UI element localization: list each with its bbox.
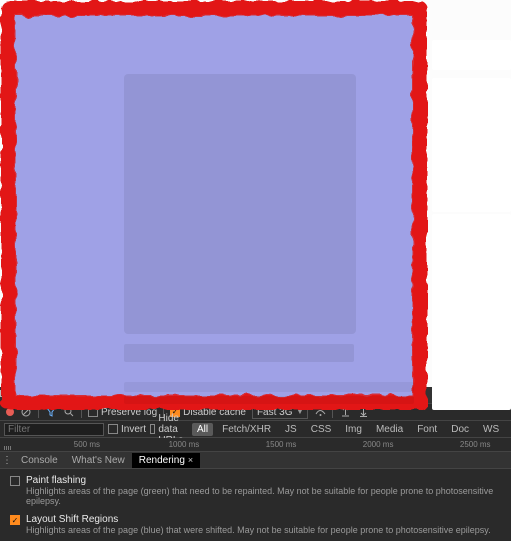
paint-flashing-option[interactable]: Paint flashing Highlights areas of the p… — [10, 475, 501, 506]
filter-doc[interactable]: Doc — [446, 423, 474, 436]
filter-all[interactable]: All — [192, 423, 213, 436]
tick: 1000 ms — [169, 440, 200, 449]
divider — [81, 406, 82, 418]
upload-har-icon[interactable] — [339, 406, 351, 418]
filter-css[interactable]: CSS — [306, 423, 337, 436]
clear-icon[interactable] — [20, 406, 32, 418]
filter-fetch[interactable]: Fetch/XHR — [217, 423, 276, 436]
option-title: Paint flashing — [26, 475, 501, 486]
skeleton-hero — [124, 74, 356, 334]
tick: 1500 ms — [266, 440, 297, 449]
tick: 500 ms — [74, 440, 100, 449]
rendering-panel: Paint flashing Highlights areas of the p… — [0, 469, 511, 541]
label: Disable cache — [183, 407, 246, 418]
select-value: Fast 3G — [257, 407, 293, 418]
download-har-icon[interactable] — [357, 406, 369, 418]
search-icon[interactable] — [63, 406, 75, 418]
filter-input[interactable] — [4, 423, 104, 436]
option-description: Highlights areas of the page (blue) that… — [26, 525, 491, 535]
drawer-tab-rendering[interactable]: Rendering × — [132, 453, 200, 468]
record-button[interactable] — [6, 408, 14, 416]
network-filterbar: Invert Hide data URLs All Fetch/XHR JS C… — [0, 421, 511, 438]
filter-img[interactable]: Img — [340, 423, 367, 436]
tab-label: Rendering — [139, 455, 185, 466]
devtools-panel: Elements Console Sources Network Perform… — [0, 387, 511, 541]
close-icon[interactable]: × — [188, 455, 193, 465]
filter-ws[interactable]: WS — [478, 423, 504, 436]
skeleton-line — [124, 382, 414, 392]
preserve-log-checkbox[interactable]: Preserve log — [88, 407, 157, 418]
filter-icon[interactable] — [45, 406, 57, 418]
skeleton-placeholders — [0, 0, 511, 387]
throttling-select[interactable]: Fast 3G ▼ — [252, 406, 309, 419]
chevron-down-icon: ▼ — [297, 409, 304, 416]
skeleton-line — [124, 344, 354, 362]
network-timeline[interactable]: 500 ms 1000 ms 1500 ms 2000 ms 2500 ms — [0, 438, 511, 452]
layout-shift-regions-option[interactable]: ✓ Layout Shift Regions Highlights areas … — [10, 514, 501, 535]
option-title: Layout Shift Regions — [26, 514, 491, 525]
skeleton-side — [432, 78, 511, 212]
skeleton-line — [124, 396, 414, 404]
divider — [332, 406, 333, 418]
network-conditions-icon[interactable] — [314, 406, 326, 418]
option-description: Highlights areas of the page (green) tha… — [26, 486, 501, 506]
label: Preserve log — [101, 407, 157, 418]
drawer-menu-icon[interactable]: ⋮ — [0, 455, 14, 466]
skeleton-side — [432, 40, 511, 70]
invert-checkbox[interactable]: Invert — [108, 424, 146, 435]
filter-font[interactable]: Font — [412, 423, 442, 436]
drawer-tab-whatsnew[interactable]: What's New — [65, 453, 132, 468]
drawer-tab-console[interactable]: Console — [14, 453, 65, 468]
tick: 2500 ms — [460, 440, 491, 449]
tick: 2000 ms — [363, 440, 394, 449]
page-viewport — [0, 0, 511, 387]
drawer-tabstrip: ⋮ Console What's New Rendering × — [0, 452, 511, 469]
filter-js[interactable]: JS — [280, 423, 302, 436]
filter-media[interactable]: Media — [371, 423, 408, 436]
divider — [38, 406, 39, 418]
label: Invert — [121, 424, 146, 435]
skeleton-side — [432, 214, 511, 410]
